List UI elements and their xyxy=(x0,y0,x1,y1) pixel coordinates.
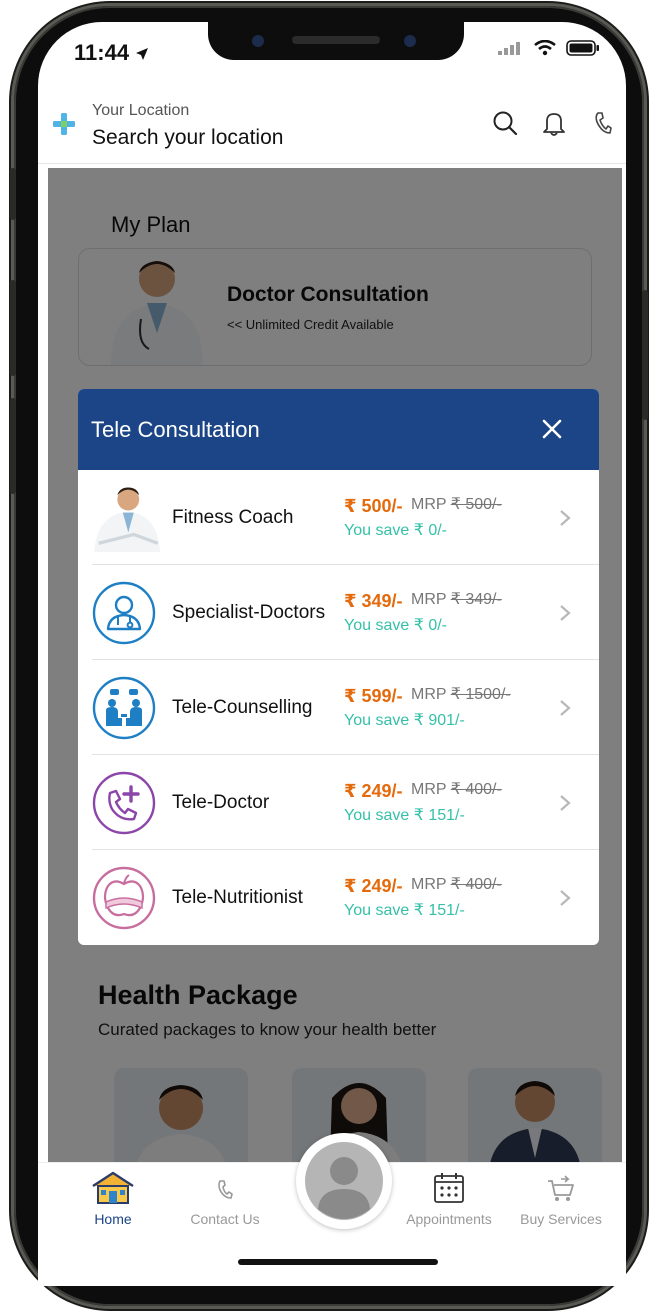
chevron-right-icon xyxy=(560,700,571,716)
volume-up-button xyxy=(10,280,16,376)
service-savings: You save ₹ 0/- xyxy=(344,522,447,539)
cart-icon xyxy=(548,1175,574,1201)
doctor-photo-icon xyxy=(94,487,160,552)
service-mrp: MRP ₹ 400/- xyxy=(411,781,502,798)
app-header: Your Location Search your location xyxy=(38,92,626,164)
service-mrp: MRP ₹ 1500/- xyxy=(411,686,511,703)
service-name: Tele-Doctor xyxy=(172,792,270,813)
phone-icon xyxy=(218,1180,233,1199)
user-avatar-icon xyxy=(305,1142,383,1220)
service-price: ₹ 349/- xyxy=(344,591,403,611)
chevron-right-icon xyxy=(560,510,571,526)
location-search[interactable]: Search your location xyxy=(92,126,283,150)
nav-appointments[interactable]: Appointments xyxy=(394,1171,504,1227)
tele-consultation-modal: Tele Consultation Fitness Coach ₹ 500/- … xyxy=(78,389,599,945)
service-name: Tele-Counselling xyxy=(172,697,313,718)
service-row-tele-counselling[interactable]: Tele-Counselling ₹ 599/- MRP ₹ 1500/- Yo… xyxy=(78,660,599,755)
service-name: Fitness Coach xyxy=(172,507,294,528)
service-savings: You save ₹ 151/- xyxy=(344,902,465,919)
app-logo-icon xyxy=(53,113,75,135)
doctor-icon xyxy=(92,581,156,645)
service-savings: You save ₹ 901/- xyxy=(344,712,465,729)
service-mrp: MRP ₹ 349/- xyxy=(411,591,502,608)
modal-header: Tele Consultation xyxy=(78,389,599,470)
phone-plus-icon xyxy=(92,771,156,835)
service-mrp: MRP ₹ 500/- xyxy=(411,496,502,513)
service-savings: You save ₹ 0/- xyxy=(344,617,447,634)
nav-buy-services[interactable]: Buy Services xyxy=(506,1171,616,1227)
service-price: ₹ 249/- xyxy=(344,876,403,896)
mute-switch xyxy=(10,168,16,220)
service-savings: You save ₹ 151/- xyxy=(344,807,465,824)
profile-avatar-button[interactable] xyxy=(296,1133,392,1229)
service-price: ₹ 599/- xyxy=(344,686,403,706)
location-arrow-icon xyxy=(136,48,149,60)
modal-title: Tele Consultation xyxy=(91,417,260,442)
nav-label-appointments: Appointments xyxy=(406,1211,492,1227)
chevron-right-icon xyxy=(560,605,571,621)
signal-icon xyxy=(498,42,520,55)
service-name: Tele-Nutritionist xyxy=(172,887,303,908)
notification-bell-icon[interactable] xyxy=(541,110,567,136)
chevron-right-icon xyxy=(560,890,571,906)
nav-label-buy-services: Buy Services xyxy=(520,1211,602,1227)
search-icon[interactable] xyxy=(492,110,518,136)
nav-contact-us[interactable]: Contact Us xyxy=(170,1171,280,1227)
bottom-navigation: Home Contact Us Appointments Buy Service… xyxy=(38,1133,626,1286)
volume-down-button xyxy=(10,398,16,494)
close-icon[interactable] xyxy=(540,417,564,441)
service-row-tele-doctor[interactable]: Tele-Doctor ₹ 249/- MRP ₹ 400/- You save… xyxy=(78,755,599,850)
home-icon xyxy=(92,1171,134,1204)
power-button xyxy=(642,290,648,420)
service-row-tele-nutritionist[interactable]: Tele-Nutritionist ₹ 249/- MRP ₹ 400/- Yo… xyxy=(78,850,599,945)
nav-label-home: Home xyxy=(94,1211,132,1227)
service-price: ₹ 500/- xyxy=(344,496,403,516)
wifi-icon xyxy=(534,40,556,56)
calendar-icon xyxy=(434,1173,464,1203)
nav-home[interactable]: Home xyxy=(58,1171,168,1227)
battery-icon xyxy=(566,40,599,56)
status-time: 11:44 xyxy=(74,40,149,66)
notch xyxy=(208,22,464,60)
service-row-specialist-doctors[interactable]: Specialist-Doctors ₹ 349/- MRP ₹ 349/- Y… xyxy=(78,565,599,660)
apple-tape-icon xyxy=(92,866,156,930)
service-name: Specialist-Doctors xyxy=(172,602,326,623)
home-indicator xyxy=(238,1259,438,1265)
chevron-right-icon xyxy=(560,795,571,811)
call-icon[interactable] xyxy=(594,110,612,136)
location-label: Your Location xyxy=(92,102,190,119)
service-price: ₹ 249/- xyxy=(344,781,403,801)
service-mrp: MRP ₹ 400/- xyxy=(411,876,502,893)
service-row-fitness-coach[interactable]: Fitness Coach ₹ 500/- MRP ₹ 500/- You sa… xyxy=(78,470,599,565)
counselling-icon xyxy=(92,676,156,740)
nav-label-contact-us: Contact Us xyxy=(190,1211,260,1227)
status-icons xyxy=(498,40,600,56)
